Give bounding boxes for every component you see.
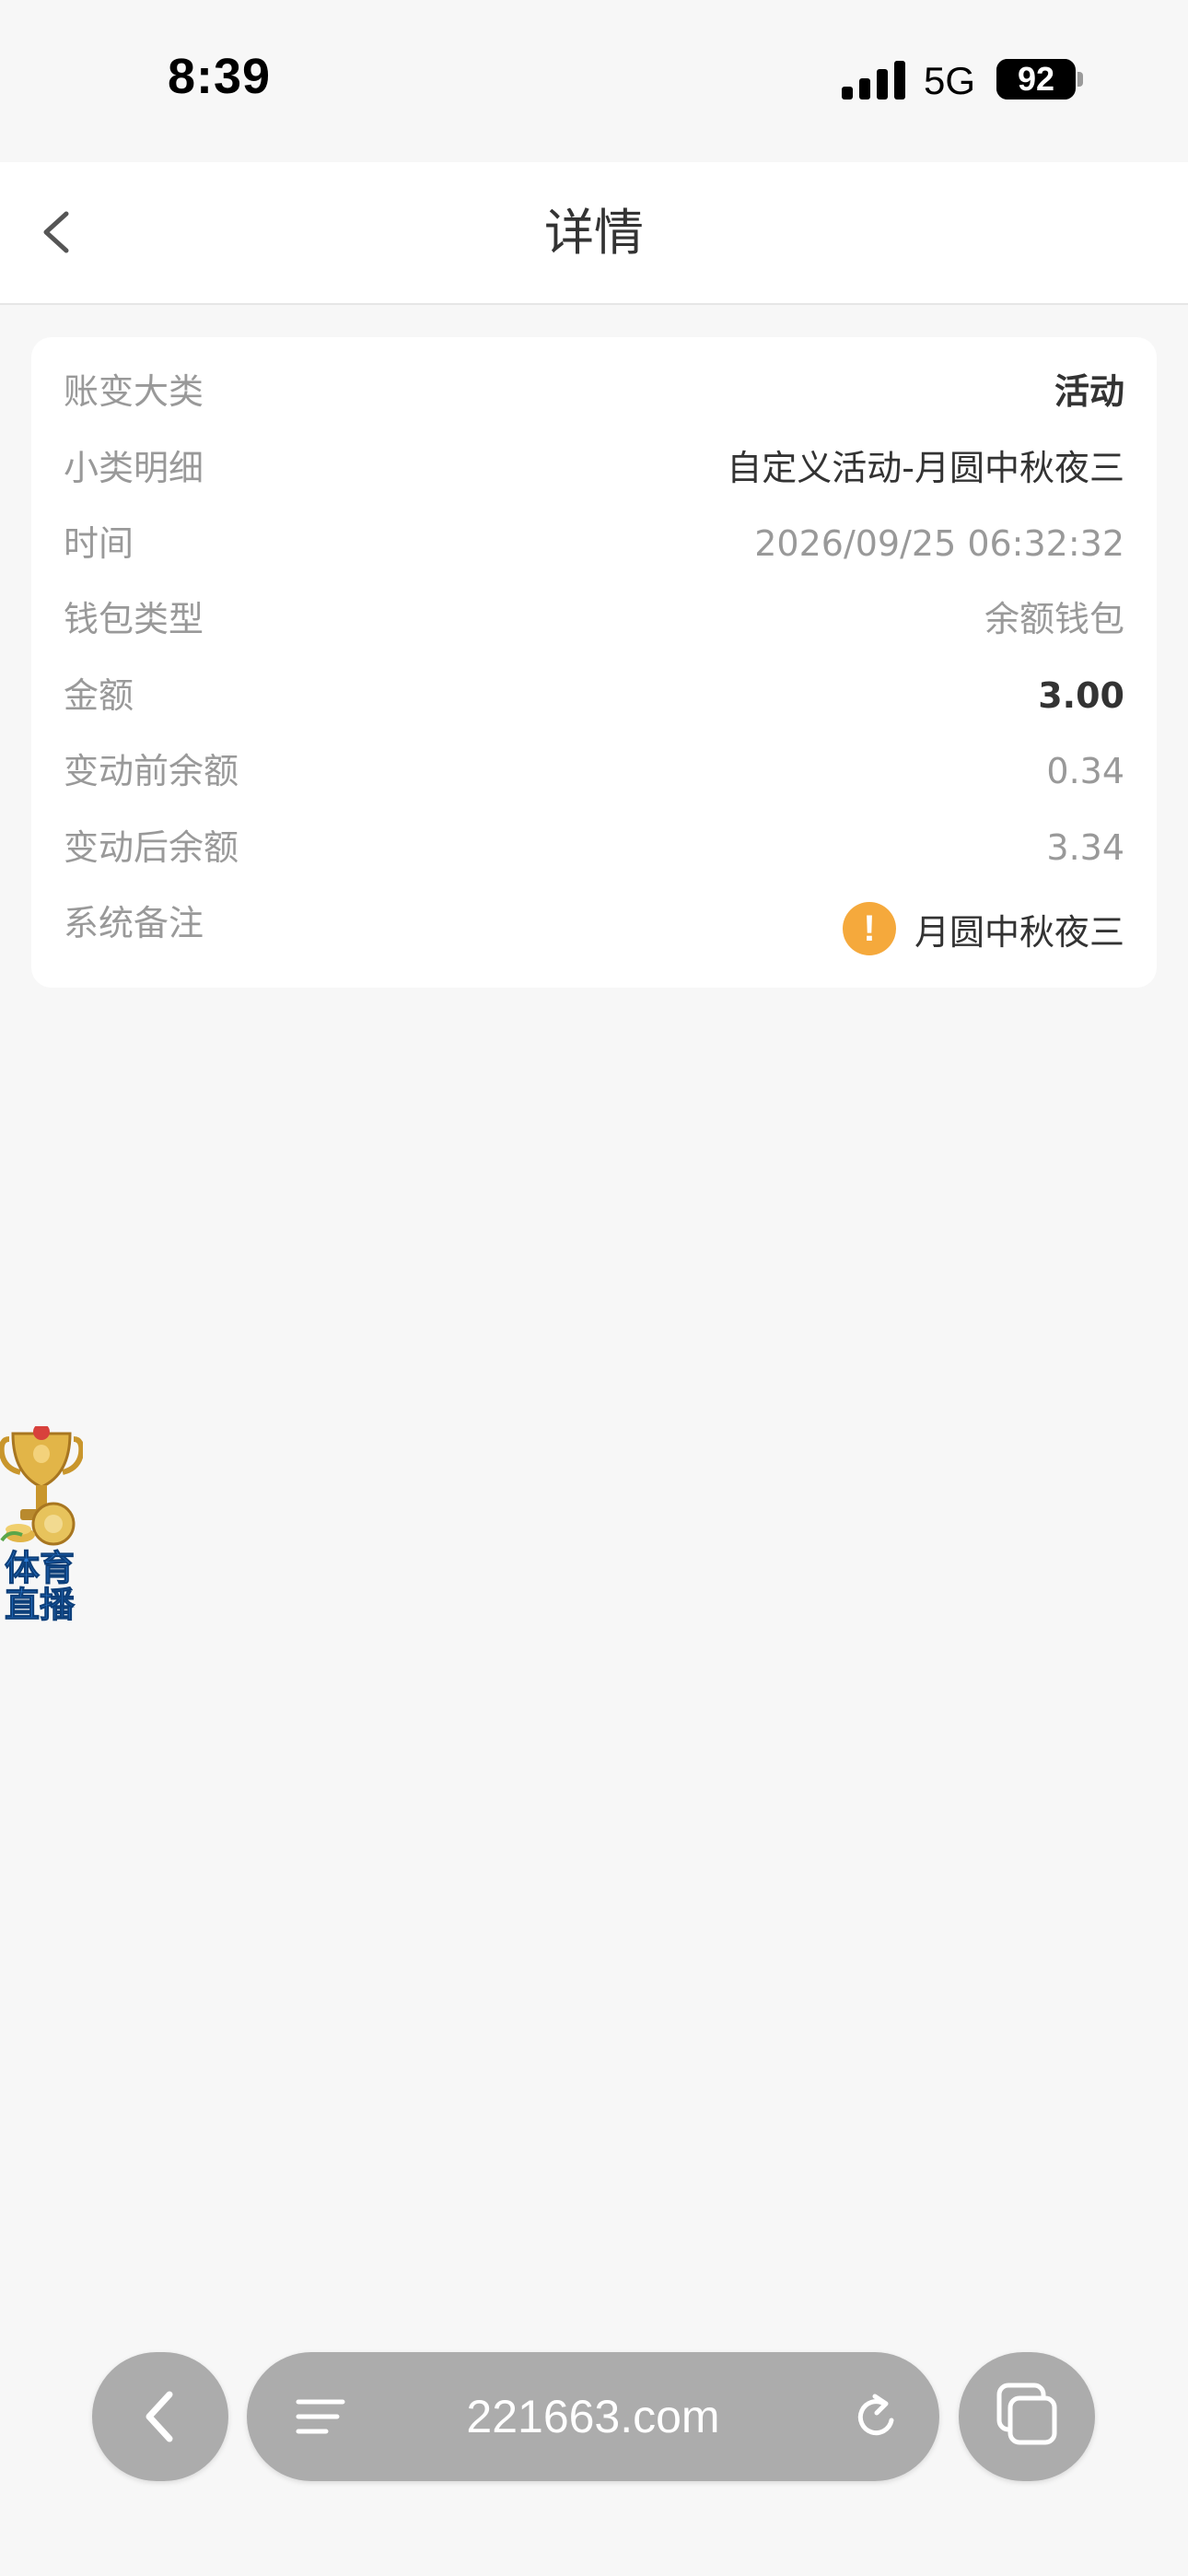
url-bar[interactable]: 221663.com xyxy=(247,2352,939,2481)
badge-line-2: 直播 xyxy=(4,1585,75,1625)
sports-live-badge[interactable]: 体育 直播 xyxy=(0,1426,83,1631)
battery-cap xyxy=(1077,72,1083,87)
nav-header: 详情 xyxy=(0,162,1188,305)
detail-row-wallet-type: 钱包类型 余额钱包 xyxy=(64,587,1124,651)
row-value: 3.34 xyxy=(1046,827,1124,868)
row-label: 系统备注 xyxy=(64,903,204,943)
browser-back-button[interactable] xyxy=(92,2352,228,2481)
detail-row-amount: 金额 3.00 xyxy=(64,663,1124,728)
warning-icon[interactable]: ! xyxy=(842,902,896,955)
status-bar: 8:39 5G 92 xyxy=(0,0,1188,162)
url-text[interactable]: 221663.com xyxy=(247,2352,939,2481)
status-time: 8:39 xyxy=(168,49,272,104)
row-value: 3.00 xyxy=(1038,675,1124,716)
row-value: 2026/09/25 06:32:32 xyxy=(754,523,1124,564)
back-icon xyxy=(146,2391,173,2442)
tabs-button[interactable] xyxy=(959,2352,1095,2481)
network-label: 5G xyxy=(924,59,976,102)
row-label: 变动前余额 xyxy=(64,751,239,791)
row-label: 钱包类型 xyxy=(64,599,204,639)
back-chevron-icon[interactable] xyxy=(20,193,98,271)
battery-percent: 92 xyxy=(1017,60,1055,98)
detail-row-subcategory: 小类明细 自定义活动-月圆中秋夜三 xyxy=(64,436,1124,500)
row-label: 变动后余额 xyxy=(64,827,239,868)
row-value: 活动 xyxy=(1054,371,1124,412)
detail-row-time: 时间 2026/09/25 06:32:32 xyxy=(64,511,1124,576)
tabs-icon xyxy=(996,2383,1057,2445)
badge-label: 体育 直播 xyxy=(0,1548,79,1625)
row-value: 0.34 xyxy=(1046,751,1124,791)
row-label: 时间 xyxy=(64,523,134,564)
row-label: 金额 xyxy=(64,675,134,716)
row-value: 自定义活动-月圆中秋夜三 xyxy=(727,448,1124,488)
row-label: 小类明细 xyxy=(64,448,204,488)
badge-line-1: 体育 xyxy=(4,1548,75,1588)
detail-row-balance-before: 变动前余额 0.34 xyxy=(64,739,1124,803)
row-label: 账变大类 xyxy=(64,371,204,412)
battery-icon: 92 xyxy=(996,59,1083,100)
detail-row-balance-after: 变动后余额 3.34 xyxy=(64,815,1124,880)
page-title: 详情 xyxy=(544,204,644,262)
row-value: 余额钱包 xyxy=(984,599,1124,639)
trophy-icon xyxy=(0,1426,83,1546)
signal-icon xyxy=(842,61,905,100)
reload-icon[interactable] xyxy=(849,2389,904,2444)
detail-row-remark: 系统备注 ! 月圆中秋夜三 xyxy=(64,891,1124,966)
detail-card: 账变大类 活动 小类明细 自定义活动-月圆中秋夜三 时间 2026/09/25 … xyxy=(31,337,1157,988)
detail-row-category: 账变大类 活动 xyxy=(64,359,1124,424)
remark-value: ! 月圆中秋夜三 xyxy=(842,896,1124,961)
remark-text: 月圆中秋夜三 xyxy=(914,911,1124,953)
